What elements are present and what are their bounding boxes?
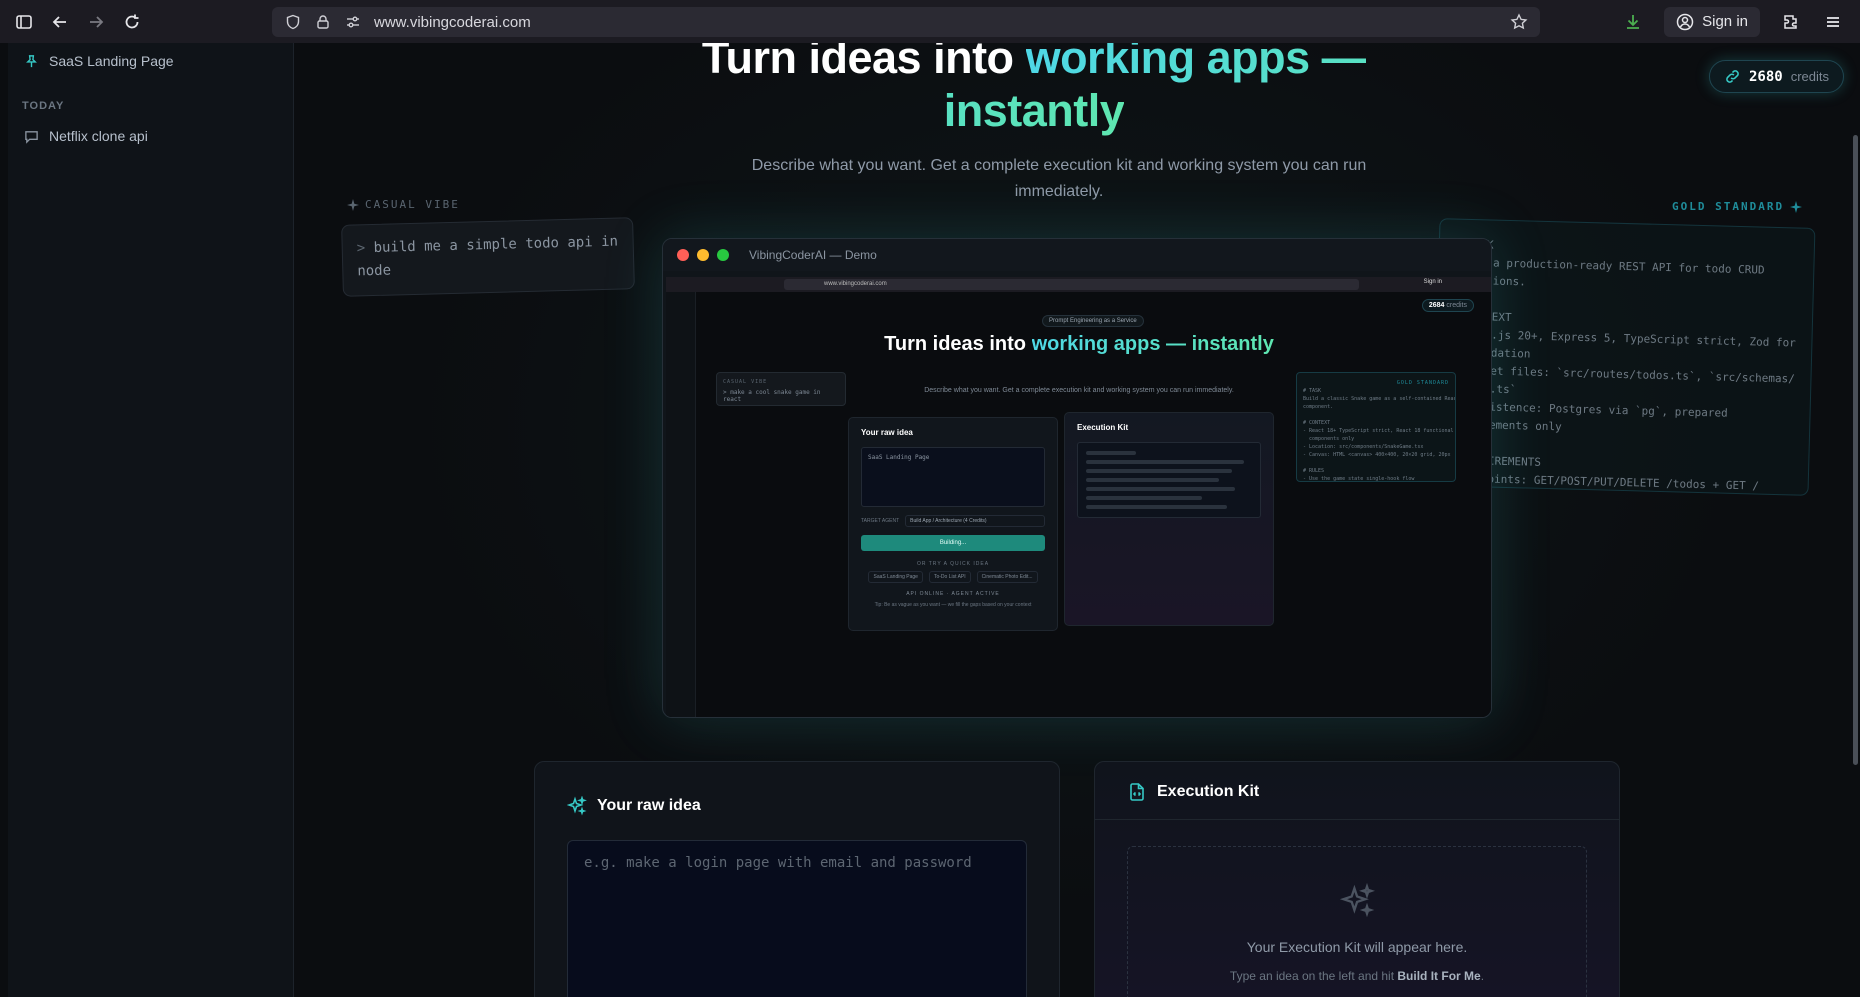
mini-execution-kit-card: Execution Kit: [1064, 412, 1274, 626]
mini-status: API ONLINE · AGENT ACTIVE: [906, 591, 1000, 597]
download-icon[interactable]: [1622, 11, 1644, 33]
mini-build-button: Building...: [861, 535, 1045, 551]
mini-raw-idea-card: Your raw idea SaaS Landing Page TARGET A…: [848, 417, 1058, 631]
prompt-marker: >: [356, 240, 366, 257]
sidebar-item-saas-landing-page[interactable]: SaaS Landing Page: [24, 53, 174, 69]
mini-casual-card: CASUAL VIBE > make a cool snake game in …: [716, 372, 846, 406]
card-divider: [1095, 819, 1619, 820]
chat-icon: [25, 130, 38, 144]
hero-title: Turn ideas into working apps — instantly: [634, 43, 1434, 137]
execution-kit-empty-state: Your Execution Kit will appear here. Typ…: [1127, 846, 1587, 997]
sparkle-icon: [1790, 200, 1803, 213]
menu-icon[interactable]: [1822, 11, 1844, 33]
credits-value: 2680: [1748, 68, 1783, 85]
credits-badge[interactable]: 2680 credits: [1708, 60, 1844, 93]
link-icon: [1726, 70, 1739, 83]
extensions-icon[interactable]: [1780, 11, 1802, 33]
back-icon[interactable]: [48, 10, 72, 34]
mini-browser-toolbar: www.vibingcoderai.com Sign in: [666, 277, 1491, 292]
sidebar-toggle-icon[interactable]: [12, 10, 36, 34]
mini-kit-skeleton: [1077, 442, 1261, 518]
casual-vibe-label: CASUAL VIBE: [347, 198, 460, 211]
mini-gold-card: GOLD STANDARD # TASK Build a classic Snak…: [1296, 372, 1456, 482]
sidebar-section-today: TODAY: [22, 100, 65, 112]
mini-raw-idea-input: SaaS Landing Page: [861, 447, 1045, 507]
hero-subtitle: Describe what you want. Get a complete e…: [751, 157, 1367, 200]
casual-vibe-card: > build me a simple todo api in node: [341, 217, 635, 297]
sign-in-button[interactable]: Sign in: [1664, 6, 1760, 37]
mini-quick-label: OR TRY A QUICK IDEA: [916, 561, 990, 567]
sidebar-item-netflix-clone-api[interactable]: Netflix clone api: [24, 128, 148, 144]
forward-icon[interactable]: [84, 10, 108, 34]
mini-sidebar: [666, 292, 696, 717]
execution-kit-empty-text: Your Execution Kit will appear here.: [1246, 939, 1468, 955]
reload-icon[interactable]: [120, 10, 144, 34]
mini-badge: Prompt Engineering as a Service: [1042, 315, 1144, 327]
mini-url: www.vibingcoderai.com: [784, 279, 1359, 290]
minimize-dot-icon: [697, 249, 709, 261]
raw-idea-input[interactable]: [567, 840, 1027, 997]
browser-toolbar: www.vibingcoderai.com Sign in: [0, 0, 1860, 43]
execution-kit-card: Execution Kit Your Execution Kit will ap…: [1094, 761, 1620, 997]
bookmark-star-icon[interactable]: [1510, 13, 1528, 31]
lock-icon[interactable]: [314, 13, 332, 31]
sidebar-item-label: SaaS Landing Page: [49, 53, 174, 69]
mini-target-agent: TARGET AGENT Build App / Architecture (4…: [861, 515, 1045, 527]
chat-sidebar: SaaS Landing Page TODAY Netflix clone ap…: [8, 43, 294, 997]
url-text[interactable]: www.vibingcoderai.com: [374, 14, 531, 31]
mini-hero-subtitle: Describe what you want. Get a complete e…: [924, 387, 1234, 394]
raw-idea-header: Your raw idea: [567, 796, 701, 816]
raw-idea-card: Your raw idea: [534, 761, 1060, 997]
casual-prompt-text: build me a simple todo api in node: [357, 233, 619, 280]
mini-raw-idea-title: Your raw idea: [861, 428, 913, 437]
mini-quick-chip: SaaS Landing Page: [868, 571, 923, 583]
mini-quick-ideas: SaaS Landing Page To-Do List API Cinemat…: [849, 571, 1057, 583]
mini-kit-title: Execution Kit: [1077, 423, 1129, 432]
demo-window: VibingCoderAI — Demo www.vibingcoderai.c…: [662, 238, 1492, 718]
mini-quick-chip: To-Do List API: [928, 571, 971, 583]
shield-icon[interactable]: [284, 13, 302, 31]
mini-credits: 2684 credits: [1421, 299, 1474, 312]
gold-standard-label: GOLD STANDARD: [1672, 200, 1803, 213]
execution-kit-header: Execution Kit: [1127, 782, 1259, 802]
raw-idea-title: Your raw idea: [597, 797, 701, 814]
mini-sign-in: Sign in: [1423, 279, 1442, 285]
sidebar-item-label: Netflix clone api: [49, 128, 148, 144]
hero-title-plain: Turn ideas into: [701, 43, 1026, 83]
credits-label: credits: [1790, 69, 1829, 84]
address-bar[interactable]: www.vibingcoderai.com: [272, 7, 1540, 37]
execution-kit-hint: Type an idea on the left and hit Build I…: [1229, 969, 1485, 983]
permissions-icon[interactable]: [344, 13, 362, 31]
sparkles-icon: [567, 796, 587, 816]
execution-kit-title: Execution Kit: [1157, 783, 1260, 800]
page-scrollbar[interactable]: [1853, 135, 1858, 765]
maximize-dot-icon: [717, 249, 729, 261]
demo-window-titlebar: VibingCoderAI — Demo: [663, 239, 1491, 271]
sparkles-icon: [1340, 883, 1376, 918]
demo-screenshot: www.vibingcoderai.com Sign in Prompt Eng…: [666, 277, 1491, 717]
mini-quick-chip: Cinematic Photo Edit...: [976, 571, 1038, 583]
mini-hero-title: Turn ideas into working apps — instantly: [884, 333, 1274, 355]
demo-window-title: VibingCoderAI — Demo: [749, 248, 877, 262]
pin-icon: [26, 54, 37, 67]
sparkle-icon: [347, 198, 359, 211]
code-file-icon: [1130, 783, 1144, 801]
main-content: Turn ideas into working apps — instantly…: [294, 43, 1860, 997]
account-icon: [1676, 13, 1694, 30]
mini-tip: Tip: Be as vague as you want — we fill t…: [874, 602, 1032, 608]
close-dot-icon: [677, 249, 689, 261]
sign-in-label: Sign in: [1702, 13, 1748, 30]
